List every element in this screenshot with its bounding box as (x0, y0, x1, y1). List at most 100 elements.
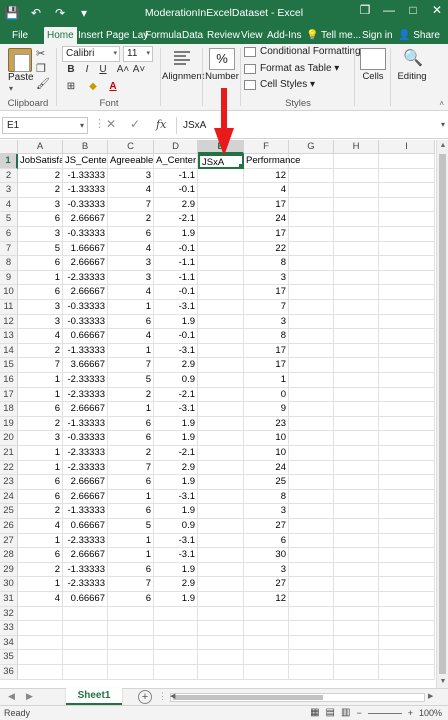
cell-e1[interactable]: JSxA (198, 154, 244, 169)
cell-g16[interactable] (289, 373, 334, 388)
cell-i28[interactable] (379, 548, 435, 563)
cell-b19[interactable]: -1.33333 (63, 416, 108, 432)
cell-b36[interactable] (63, 665, 108, 680)
cell-h26[interactable] (334, 519, 379, 534)
cell-g10[interactable] (289, 285, 334, 300)
font-color-icon[interactable]: A (106, 80, 120, 94)
cell-h30[interactable] (334, 577, 379, 592)
cell-d9[interactable]: -1.1 (154, 270, 198, 286)
cell-e29[interactable] (198, 562, 244, 578)
cell-g26[interactable] (289, 519, 334, 534)
cell-a32[interactable] (18, 606, 63, 622)
cell-b9[interactable]: -2.33333 (63, 270, 108, 286)
tab-formulas[interactable]: Formula (145, 29, 182, 42)
cell-b30[interactable]: -2.33333 (63, 577, 108, 592)
cell-e19[interactable] (198, 416, 244, 432)
enter-icon[interactable]: ✓ (130, 117, 140, 131)
cell-h34[interactable] (334, 635, 379, 651)
cell-e33[interactable] (198, 621, 244, 636)
cell-i10[interactable] (379, 285, 435, 300)
cell-h23[interactable] (334, 475, 379, 490)
font-name-select[interactable]: Calibri ▾ (62, 46, 120, 62)
cell-f14[interactable]: 17 (244, 343, 289, 359)
cell-g34[interactable] (289, 635, 334, 651)
cell-g17[interactable] (289, 387, 334, 403)
cell-a36[interactable] (18, 665, 63, 680)
cell-a8[interactable]: 6 (18, 256, 63, 271)
cell-h2[interactable] (334, 168, 379, 184)
cell-f8[interactable]: 8 (244, 256, 289, 271)
row-header-2[interactable]: 2 (0, 168, 18, 184)
cell-f6[interactable]: 17 (244, 227, 289, 242)
cell-h35[interactable] (334, 650, 379, 665)
row-header-4[interactable]: 4 (0, 197, 18, 213)
cell-f23[interactable]: 25 (244, 475, 289, 490)
cell-e32[interactable] (198, 606, 244, 622)
cell-f30[interactable]: 27 (244, 577, 289, 592)
format-as-table-button[interactable]: Format as Table ▾ (244, 63, 339, 74)
cell-i31[interactable] (379, 592, 435, 607)
cell-i15[interactable] (379, 358, 435, 373)
cell-a5[interactable]: 6 (18, 212, 63, 227)
cell-h14[interactable] (334, 343, 379, 359)
row-header-5[interactable]: 5 (0, 212, 18, 227)
cell-f22[interactable]: 24 (244, 460, 289, 476)
cell-c11[interactable]: 1 (108, 300, 154, 315)
cell-h19[interactable] (334, 416, 379, 432)
cell-i21[interactable] (379, 446, 435, 461)
cell-a28[interactable]: 6 (18, 548, 63, 563)
cell-f24[interactable]: 8 (244, 489, 289, 505)
cell-h28[interactable] (334, 548, 379, 563)
normal-view-icon[interactable]: ▦ (310, 706, 319, 720)
cell-i16[interactable] (379, 373, 435, 388)
cell-e23[interactable] (198, 475, 244, 490)
cell-b16[interactable]: -2.33333 (63, 373, 108, 388)
tab-insert[interactable]: Insert (78, 29, 103, 42)
row-header-19[interactable]: 19 (0, 416, 18, 432)
cell-i18[interactable] (379, 402, 435, 417)
cell-i14[interactable] (379, 343, 435, 359)
cell-g25[interactable] (289, 504, 334, 519)
tab-home[interactable]: Home (44, 27, 77, 44)
cell-f17[interactable]: 0 (244, 387, 289, 403)
cell-b14[interactable]: -1.33333 (63, 343, 108, 359)
cell-e28[interactable] (198, 548, 244, 563)
row-header-30[interactable]: 30 (0, 577, 18, 592)
scroll-down-icon[interactable]: ▼ (437, 676, 448, 688)
cell-f31[interactable]: 12 (244, 592, 289, 607)
row-header-32[interactable]: 32 (0, 606, 18, 622)
cell-g3[interactable] (289, 183, 334, 198)
cell-a4[interactable]: 3 (18, 197, 63, 213)
cell-h27[interactable] (334, 533, 379, 549)
cell-c19[interactable]: 6 (108, 416, 154, 432)
cell-d29[interactable]: 1.9 (154, 562, 198, 578)
cell-f21[interactable]: 10 (244, 446, 289, 461)
cell-f29[interactable]: 3 (244, 562, 289, 578)
tab-add-ins[interactable]: Add-Ins (267, 29, 301, 42)
maximize-icon[interactable]: □ (406, 3, 420, 17)
cell-d12[interactable]: 1.9 (154, 314, 198, 330)
cell-g2[interactable] (289, 168, 334, 184)
cell-g4[interactable] (289, 197, 334, 213)
cell-h31[interactable] (334, 592, 379, 607)
cell-b13[interactable]: 0.66667 (63, 329, 108, 344)
cell-b1[interactable]: JS_Center (63, 154, 108, 169)
row-header-22[interactable]: 22 (0, 460, 18, 476)
name-box[interactable]: E1 ▾ (2, 117, 88, 134)
sheet-tab-sheet1[interactable]: Sheet1 (66, 688, 122, 705)
cell-f33[interactable] (244, 621, 289, 636)
shrink-font-button[interactable]: A˅ (132, 63, 146, 77)
cell-a16[interactable]: 1 (18, 373, 63, 388)
cell-i7[interactable] (379, 241, 435, 257)
cell-i1[interactable] (379, 154, 435, 169)
cell-i2[interactable] (379, 168, 435, 184)
conditional-formatting-button[interactable]: Conditional Formatting ▾ (244, 46, 368, 57)
cell-d19[interactable]: 1.9 (154, 416, 198, 432)
cell-f12[interactable]: 3 (244, 314, 289, 330)
cell-a10[interactable]: 6 (18, 285, 63, 300)
cell-b32[interactable] (63, 606, 108, 622)
cell-c18[interactable]: 1 (108, 402, 154, 417)
cell-i26[interactable] (379, 519, 435, 534)
cell-b12[interactable]: -0.33333 (63, 314, 108, 330)
format-painter-icon[interactable]: 🖌 (36, 77, 50, 90)
